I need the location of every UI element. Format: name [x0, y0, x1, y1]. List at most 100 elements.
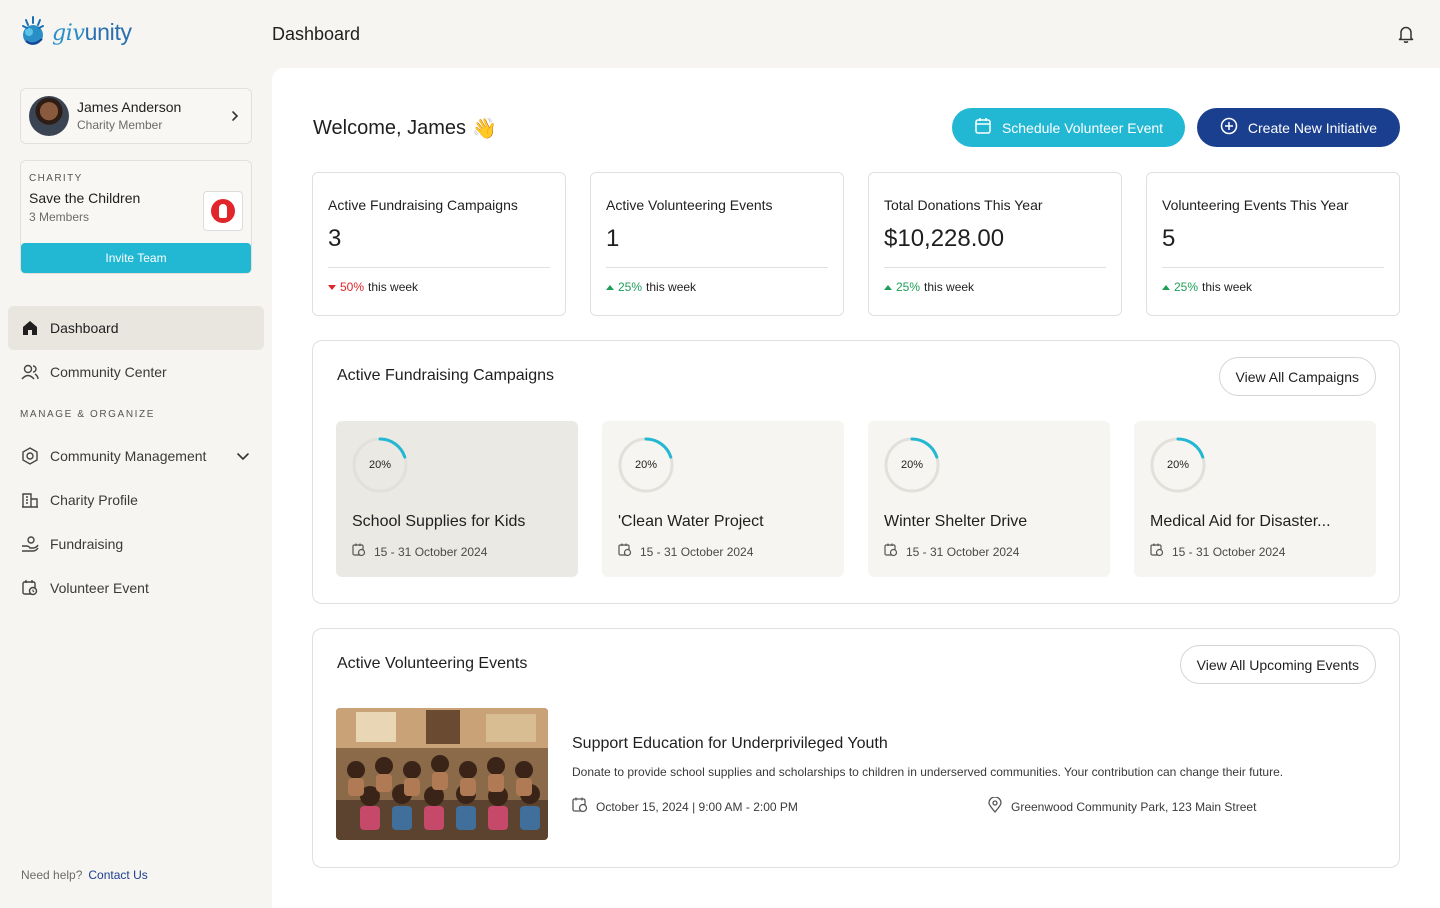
nav-section-label: MANAGE & ORGANIZE: [20, 408, 155, 420]
sidebar-item-label: Community Center: [50, 364, 167, 380]
stat-trend: 25% this week: [1162, 280, 1384, 294]
help-footer: Need help? Contact Us: [21, 868, 148, 882]
schedule-volunteer-event-button[interactable]: Schedule Volunteer Event: [952, 108, 1185, 147]
logo-text: givunity: [52, 18, 132, 46]
stat-card-fundraising: Active Fundraising Campaigns 3 50% this …: [312, 172, 566, 316]
campaign-card[interactable]: 20% 'Clean Water Project 15 - 31 October…: [602, 421, 844, 577]
avatar: [29, 96, 69, 136]
view-all-upcoming-events-button[interactable]: View All Upcoming Events: [1179, 645, 1376, 684]
stat-title: Volunteering Events This Year: [1162, 197, 1349, 213]
stat-change: 25%: [1174, 280, 1199, 294]
stat-trend: 25% this week: [606, 280, 828, 294]
help-text: Need help?: [21, 868, 83, 882]
stat-value: 5: [1162, 225, 1176, 252]
stat-value: 3: [328, 225, 342, 252]
schedule-label: Schedule Volunteer Event: [1001, 119, 1164, 136]
stat-suffix: this week: [924, 280, 975, 294]
stat-value: $10,228.00: [884, 225, 1005, 252]
calendar-clock-icon: [20, 578, 40, 598]
stat-trend: 50% this week: [328, 280, 550, 294]
campaign-card[interactable]: 20% School Supplies for Kids 15 - 31 Oct…: [336, 421, 578, 577]
invite-team-button[interactable]: Invite Team: [21, 243, 251, 273]
calendar-icon: [974, 117, 992, 138]
stat-trend: 25% this week: [884, 280, 1106, 294]
progress-label: 20%: [634, 459, 658, 471]
user-profile-card[interactable]: James Anderson Charity Member: [20, 88, 252, 144]
stat-change: 50%: [340, 280, 365, 294]
calendar-clock-icon: [572, 797, 588, 816]
stat-change: 25%: [618, 280, 643, 294]
progress-ring: 20%: [352, 437, 408, 493]
progress-ring: 20%: [618, 437, 674, 493]
home-icon: [20, 318, 40, 338]
trend-down-icon: [328, 284, 336, 290]
section-title: Active Fundraising Campaigns: [337, 367, 554, 384]
campaigns-section: Active Fundraising Campaigns View All Ca…: [312, 340, 1400, 604]
user-role: Charity Member: [77, 118, 163, 132]
sidebar: givunity James Anderson Charity Member C…: [0, 0, 272, 908]
progress-ring: 20%: [1150, 437, 1206, 493]
sidebar-nav: Dashboard Community Center MANAGE & ORGA…: [8, 306, 264, 610]
wave-icon: 👋: [472, 118, 497, 140]
campaign-date: 15 - 31 October 2024: [1150, 543, 1360, 560]
welcome-text: Welcome, James: [313, 117, 467, 139]
campaign-card[interactable]: 20% Winter Shelter Drive 15 - 31 October…: [868, 421, 1110, 577]
event-title[interactable]: Support Education for Underprivileged Yo…: [572, 735, 888, 753]
event-datetime: October 15, 2024 | 9:00 AM - 2:00 PM: [572, 797, 798, 816]
campaign-name: School Supplies for Kids: [352, 513, 526, 530]
campaign-card[interactable]: 20% Medical Aid for Disaster... 15 - 31 …: [1134, 421, 1376, 577]
progress-label: 20%: [900, 459, 924, 471]
user-name: James Anderson: [77, 99, 182, 115]
stat-value: 1: [606, 225, 620, 252]
sidebar-item-label: Dashboard: [50, 320, 119, 336]
main-content: Welcome, James 👋 Schedule Volunteer Even…: [272, 68, 1440, 908]
sidebar-item-label: Charity Profile: [50, 492, 138, 508]
hand-coin-icon: [20, 534, 40, 554]
location-pin-icon: [987, 796, 1003, 816]
charity-logo: [203, 191, 243, 231]
event-description: Donate to provide school supplies and sc…: [572, 765, 1284, 779]
app-logo[interactable]: givunity: [20, 14, 132, 50]
contact-us-link[interactable]: Contact Us: [88, 868, 147, 882]
sidebar-item-community-center[interactable]: Community Center: [8, 350, 264, 394]
campaign-date: 15 - 31 October 2024: [352, 543, 562, 560]
welcome-heading: Welcome, James 👋: [313, 116, 497, 141]
charity-card: CHARITY Save the Children 3 Members Invi…: [20, 160, 252, 274]
users-icon: [20, 362, 40, 382]
sidebar-item-charity-profile[interactable]: Charity Profile: [8, 478, 264, 522]
sidebar-item-label: Community Management: [50, 448, 207, 464]
sidebar-item-volunteer-event[interactable]: Volunteer Event: [8, 566, 264, 610]
campaign-name: Winter Shelter Drive: [884, 513, 1028, 530]
calendar-clock-icon: [618, 543, 632, 560]
logo-icon: [22, 16, 44, 45]
sidebar-item-dashboard[interactable]: Dashboard: [8, 306, 264, 350]
stat-suffix: this week: [1202, 280, 1253, 294]
trend-up-icon: [884, 284, 892, 290]
create-new-initiative-button[interactable]: Create New Initiative: [1197, 108, 1400, 147]
stat-suffix: this week: [368, 280, 419, 294]
stat-title: Total Donations This Year: [884, 197, 1043, 213]
calendar-clock-icon: [884, 543, 898, 560]
event-location: Greenwood Community Park, 123 Main Stree…: [987, 796, 1256, 816]
campaign-name: Medical Aid for Disaster...: [1150, 513, 1331, 530]
view-all-campaigns-button[interactable]: View All Campaigns: [1218, 357, 1376, 396]
calendar-clock-icon: [352, 543, 366, 560]
progress-label: 20%: [1166, 459, 1190, 471]
campaign-date: 15 - 31 October 2024: [884, 543, 1094, 560]
stat-change: 25%: [896, 280, 921, 294]
chevron-down-icon: [236, 451, 250, 461]
stat-title: Active Volunteering Events: [606, 197, 773, 213]
campaign-date: 15 - 31 October 2024: [618, 543, 828, 560]
create-label: Create New Initiative: [1247, 119, 1378, 136]
chevron-right-icon: [227, 108, 243, 124]
sidebar-item-fundraising[interactable]: Fundraising: [8, 522, 264, 566]
stat-card-donations: Total Donations This Year $10,228.00 25%…: [868, 172, 1122, 316]
bell-icon[interactable]: [1396, 24, 1416, 44]
page-title: Dashboard: [272, 24, 361, 44]
settings-badge-icon: [20, 446, 40, 466]
sidebar-item-community-management[interactable]: Community Management: [8, 434, 264, 478]
sidebar-item-label: Volunteer Event: [50, 580, 149, 596]
sidebar-item-label: Fundraising: [50, 536, 124, 552]
event-image[interactable]: [336, 708, 548, 840]
trend-up-icon: [1162, 284, 1170, 290]
